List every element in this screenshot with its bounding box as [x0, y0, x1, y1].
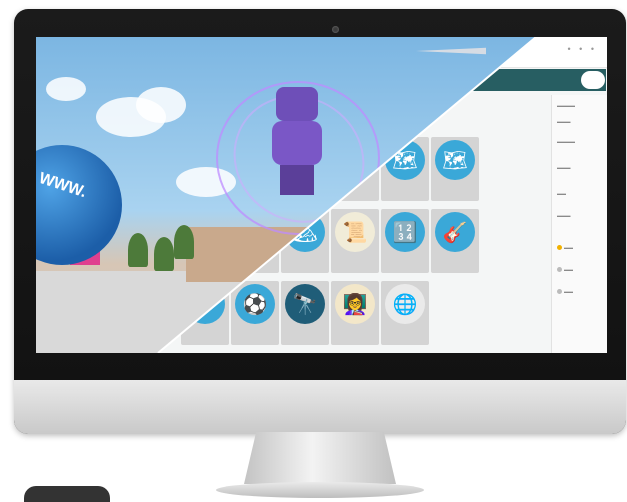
course-tile-label — [384, 257, 426, 269]
teacher-icon: 👩‍🏫 — [335, 284, 375, 324]
sidebar-item[interactable]: ▬▬▬ — [557, 213, 603, 219]
course-tile[interactable]: ⚽ — [231, 281, 279, 345]
robot-head — [276, 87, 318, 121]
globe-icon: 🌐 — [385, 284, 425, 324]
cloud — [46, 77, 86, 101]
course-tile-label — [334, 329, 376, 341]
right-sidebar: ▬▬▬▬ ▬▬▬ ▬▬▬▬ ▬▬▬ ▬▬ ▬▬▬ ▬▬ ▬▬ ▬▬ — [551, 95, 607, 353]
course-tile[interactable]: 👩‍🏫 — [331, 281, 379, 345]
scroll-icon: 📜 — [335, 212, 375, 252]
airplane — [416, 47, 486, 55]
monitor-foot — [216, 482, 424, 498]
tree — [154, 237, 174, 271]
course-tile[interactable]: 🗺 — [431, 137, 479, 201]
cloud — [136, 87, 186, 123]
monitor-stand — [244, 432, 396, 484]
course-tile-label — [384, 329, 426, 341]
course-tile-label — [434, 185, 476, 197]
blocks-icon: 🔢 — [385, 212, 425, 252]
tree — [128, 233, 148, 267]
monitor-chin — [14, 380, 626, 434]
tree — [174, 225, 194, 259]
sidebar-item[interactable]: ▬▬ — [557, 289, 603, 295]
course-tile-label — [284, 329, 326, 341]
course-tile[interactable]: 🔢 — [381, 209, 429, 273]
course-tile-label — [184, 329, 226, 341]
sidebar-item[interactable]: ▬▬▬ — [557, 165, 603, 171]
guitar-icon: 🎸 — [435, 212, 475, 252]
search-input[interactable] — [581, 71, 605, 89]
status-dot-icon — [557, 289, 562, 295]
status-dot-icon — [557, 267, 562, 273]
status-dot-icon — [557, 245, 562, 251]
keyboard-edge — [24, 486, 110, 502]
soccer-ball-icon: ⚽ — [235, 284, 275, 324]
course-tile-label — [434, 257, 476, 269]
sidebar-item[interactable]: ▬▬▬▬ — [557, 103, 603, 109]
robot-legs — [280, 165, 314, 195]
course-tile[interactable]: 📜 — [331, 209, 379, 273]
course-tile[interactable]: 🔭 — [281, 281, 329, 345]
sidebar-item[interactable]: ▬▬ — [557, 267, 603, 273]
course-tile-label — [334, 257, 376, 269]
robot-body — [272, 121, 322, 165]
telescope-icon: 🔭 — [285, 284, 325, 324]
robot-avatar — [268, 87, 326, 197]
course-tile-label — [234, 329, 276, 341]
sidebar-item[interactable]: ▬▬ — [557, 245, 603, 251]
www-globe — [36, 145, 122, 265]
course-tile-label — [384, 185, 426, 197]
course-tile[interactable]: 🌐 — [381, 281, 429, 345]
sidebar-item[interactable]: ▬▬ — [557, 191, 603, 197]
screen: • • • ▬▬▬▬ ▬▬▬ ▬▬▬▬ ▬▬▬ ▬▬ ▬▬▬ ▬▬ ▬▬ ▬▬ … — [36, 37, 607, 353]
sidebar-item[interactable]: ▬▬▬ — [557, 119, 603, 125]
course-tile[interactable]: 🎸 — [431, 209, 479, 273]
sidebar-item[interactable]: ▬▬▬▬ — [557, 139, 603, 145]
webcam — [332, 26, 339, 33]
asia-map-icon: 🗺 — [435, 140, 475, 180]
window-menu-icon[interactable]: • • • — [568, 44, 597, 54]
course-tile-label — [284, 257, 326, 269]
